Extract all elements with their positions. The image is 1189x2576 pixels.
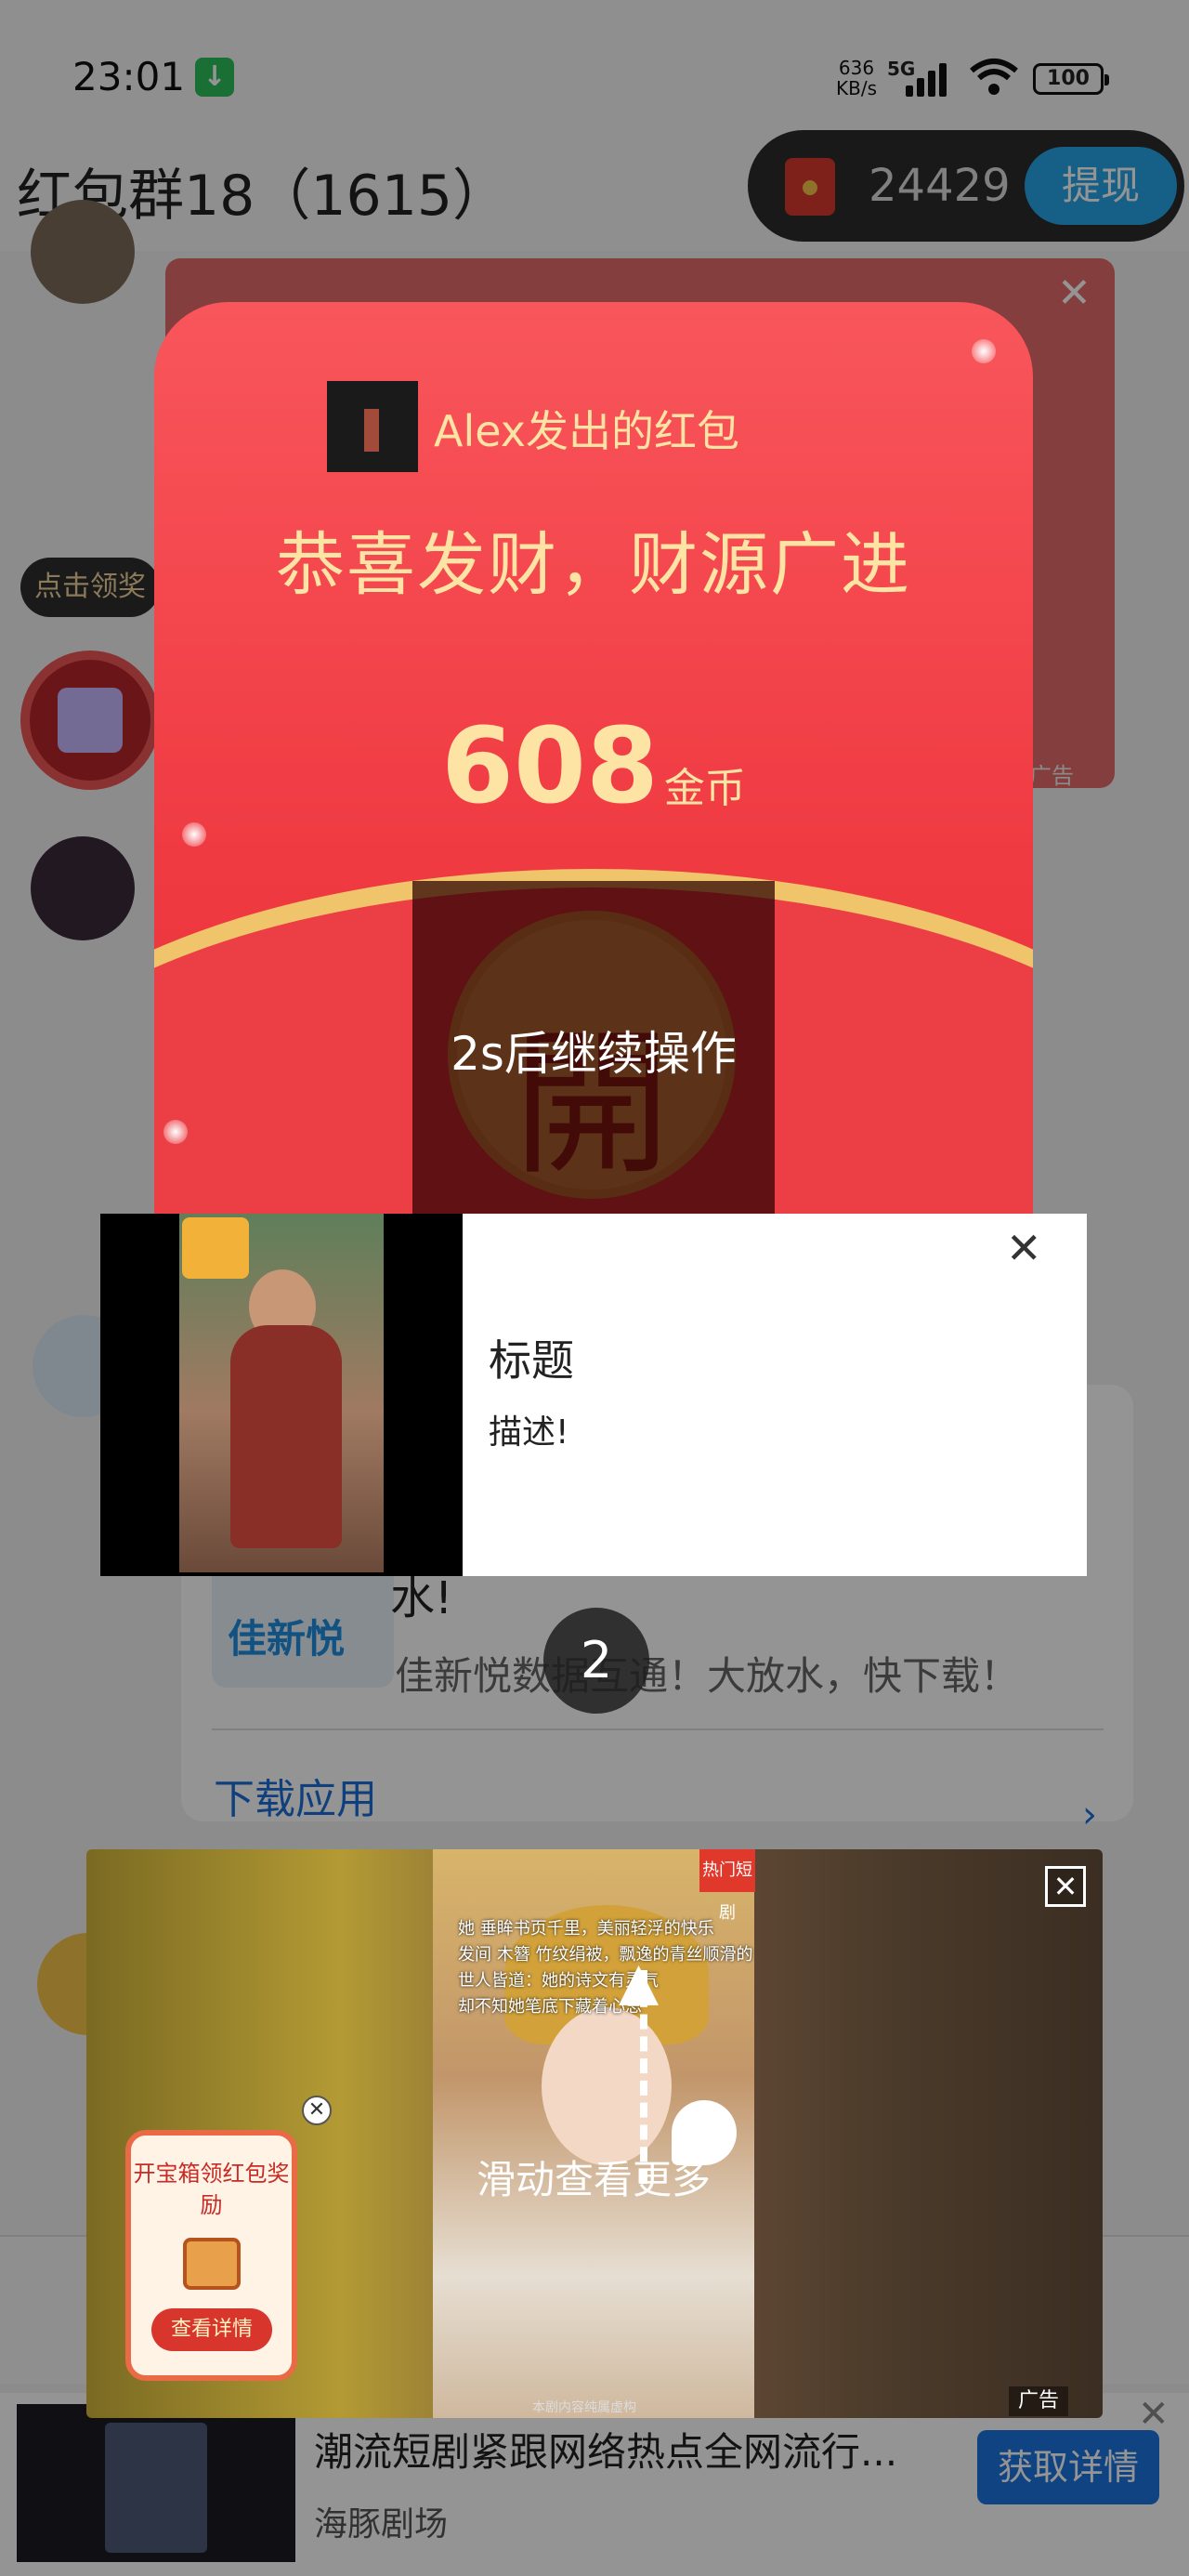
native-ad-card[interactable]: 标题 描述! ✕ (100, 1214, 1087, 1576)
daily-badge-icon (182, 1217, 249, 1279)
sender-avatar (327, 381, 418, 472)
sparkle-icon (163, 1120, 188, 1144)
caption-line: 她 垂眸书页千里，美丽轻浮的快乐 (458, 1919, 714, 1939)
ad-title: 标题 (489, 1335, 574, 1386)
treasure-chest-card[interactable]: 开宝箱领红包奖励 查看详情 (125, 2130, 297, 2381)
amount-unit: 金币 (663, 765, 746, 812)
chest-title: 开宝箱领红包奖励 (133, 2161, 290, 2218)
countdown-badge: 2 (543, 1608, 649, 1714)
treasure-chest-icon (183, 2238, 241, 2290)
ad-description: 描述! (489, 1413, 569, 1452)
video-person (230, 1325, 342, 1548)
packet-amount: 608 金币 (154, 706, 1033, 827)
ad-label: 广告 (1009, 2386, 1069, 2416)
close-icon[interactable]: ✕ (1006, 1223, 1042, 1273)
view-details-button[interactable]: 查看详情 (151, 2308, 272, 2351)
close-icon[interactable]: ✕ (302, 2096, 332, 2125)
packet-greeting: 恭喜发财，财源广进 (276, 525, 911, 605)
hot-drama-tag: 热门短剧 (699, 1849, 755, 1923)
swipe-up-arrow-icon: ▲ (619, 1952, 660, 2012)
amount-value: 608 (441, 706, 659, 827)
countdown-text: 2s后继续操作 (451, 1027, 737, 1081)
poster-disclaimer: 本剧内容纯属虚构 (532, 2400, 636, 2415)
sparkle-icon (972, 339, 996, 363)
poster-face (542, 2007, 672, 2165)
caption-line: 却不知她笔底下藏着心思 (458, 1997, 642, 2017)
caption-line: 发间 木簪 竹纹绢被，飘逸的青丝顺滑的 (458, 1945, 753, 1965)
sender-name: Alex发出的红包 (434, 406, 739, 456)
ad-video-thumbnail[interactable] (100, 1214, 463, 1576)
close-icon[interactable]: ✕ (1045, 1866, 1086, 1907)
swipe-instruction: 滑动查看更多 (476, 2157, 711, 2202)
poster-caption: 她 垂眸书页千里，美丽轻浮的快乐 发间 木簪 竹纹绢被，飘逸的青丝顺滑的 世人皆… (458, 1916, 752, 2020)
caption-line: 世人皆道：她的诗文有灵气 (458, 1971, 659, 1991)
